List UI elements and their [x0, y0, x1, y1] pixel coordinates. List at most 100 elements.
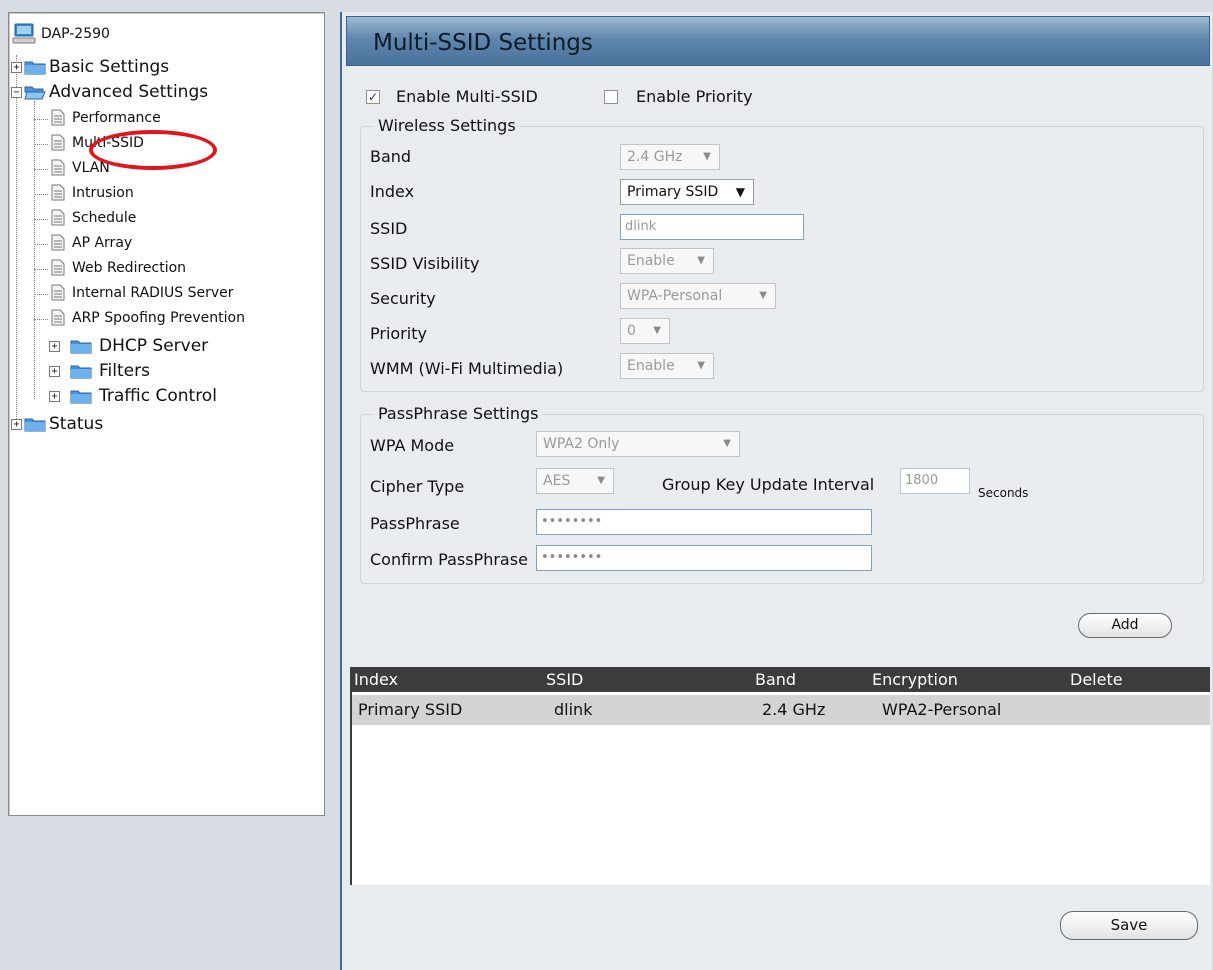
tree-line: [34, 119, 48, 120]
expand-icon[interactable]: +: [49, 365, 60, 377]
tree-line: [16, 55, 17, 427]
dropdown-arrow-icon: ▼: [759, 290, 767, 301]
expand-icon[interactable]: +: [11, 61, 22, 73]
tree-line: [34, 101, 35, 399]
index-label: Index: [370, 182, 415, 201]
ssid-visibility-select[interactable]: Enable ▼: [620, 248, 714, 274]
tree-item-ap-array[interactable]: AP Array: [51, 234, 132, 251]
tree-item-arp-spoofing-prevention[interactable]: ARP Spoofing Prevention: [51, 309, 245, 326]
column-header-index: Index: [354, 670, 399, 689]
ssid-input[interactable]: dlink: [620, 214, 804, 240]
page-icon: [51, 109, 65, 126]
ssid-visibility-label: SSID Visibility: [370, 254, 480, 273]
table-row[interactable]: Primary SSID dlink 2.4 GHz WPA2-Personal: [352, 695, 1210, 725]
page-header: Multi-SSID Settings: [346, 16, 1210, 66]
page-icon: [51, 259, 65, 276]
collapse-icon[interactable]: −: [11, 86, 22, 98]
tree-item-label: Status: [49, 414, 104, 434]
confirm-passphrase-label: Confirm PassPhrase: [370, 550, 528, 569]
expand-icon[interactable]: +: [11, 418, 22, 430]
folder-icon: [24, 61, 46, 75]
wmm-value: Enable: [627, 358, 675, 374]
wpa-mode-label: WPA Mode: [370, 436, 455, 455]
page-icon: [51, 284, 65, 301]
tree-item-label: Traffic Control: [99, 386, 217, 406]
cipher-type-select[interactable]: AES ▼: [536, 468, 614, 494]
band-select[interactable]: 2.4 GHz ▼: [620, 144, 720, 170]
confirm-passphrase-input[interactable]: ••••••••: [536, 545, 872, 571]
add-button[interactable]: Add: [1078, 613, 1172, 638]
save-button[interactable]: Save: [1060, 911, 1198, 940]
tree-item-label: Web Redirection: [72, 259, 187, 276]
band-label: Band: [370, 147, 412, 166]
tree-line: [34, 144, 48, 145]
tree-item-label: Advanced Settings: [49, 82, 209, 102]
tree-item-web-redirection[interactable]: Web Redirection: [51, 259, 186, 276]
enable-multi-ssid-checkbox[interactable]: ✓: [366, 90, 380, 104]
column-header-ssid: SSID: [546, 670, 584, 689]
tree-item-label: Performance: [72, 109, 161, 126]
tree-item-intrusion[interactable]: Intrusion: [51, 184, 134, 201]
tree-item-label: Intrusion: [72, 184, 134, 201]
tree-root[interactable]: DAP-2590: [11, 21, 110, 47]
dropdown-arrow-icon: ▼: [597, 475, 605, 486]
dropdown-arrow-icon: ▼: [653, 325, 661, 336]
row-encryption-cell: WPA2-Personal: [882, 700, 1002, 719]
ssid-value: dlink: [625, 219, 657, 234]
folder-icon: [70, 390, 92, 404]
page-title: Multi-SSID Settings: [373, 30, 593, 56]
passphrase-settings-legend: PassPhrase Settings: [374, 404, 543, 423]
tree-item-filters[interactable]: + Filters: [49, 361, 150, 381]
main-panel: Multi-SSID Settings ✓ Enable Multi-SSID …: [340, 12, 1212, 970]
expand-icon[interactable]: +: [49, 390, 60, 402]
tree-item-advanced-settings[interactable]: − Advanced Settings: [11, 82, 208, 102]
tree-item-schedule[interactable]: Schedule: [51, 209, 136, 226]
ssid-visibility-value: Enable: [627, 253, 675, 269]
tree-line: [34, 244, 48, 245]
wpa-mode-select[interactable]: WPA2 Only ▼: [536, 431, 740, 457]
tree-item-status[interactable]: + Status: [11, 414, 103, 434]
folder-icon: [70, 365, 92, 379]
tree-item-label: Schedule: [72, 209, 137, 226]
wmm-select[interactable]: Enable ▼: [620, 353, 714, 379]
security-select[interactable]: WPA-Personal ▼: [620, 283, 776, 309]
index-select[interactable]: Primary SSID ▼: [620, 179, 754, 205]
wireless-settings-group: [360, 126, 1204, 392]
security-label: Security: [370, 289, 436, 308]
tree-item-dhcp-server[interactable]: + DHCP Server: [49, 336, 208, 356]
expand-icon[interactable]: +: [49, 340, 60, 352]
column-header-delete: Delete: [1070, 670, 1123, 689]
page-icon: [51, 209, 65, 226]
index-value: Primary SSID: [627, 184, 719, 200]
table-header: Index SSID Band Encryption Delete: [350, 667, 1210, 692]
tree-line: [34, 219, 48, 220]
open-folder-icon: [24, 86, 46, 100]
ssid-table: Index SSID Band Encryption Delete Primar…: [350, 667, 1210, 885]
row-ssid-cell: dlink: [554, 700, 593, 719]
row-index-cell: Primary SSID: [358, 700, 463, 719]
dropdown-arrow-icon: ▼: [735, 185, 745, 199]
seconds-label: Seconds: [978, 486, 1029, 500]
group-key-interval-input[interactable]: 1800: [900, 468, 970, 494]
cipher-type-label: Cipher Type: [370, 477, 465, 496]
tree-item-traffic-control[interactable]: + Traffic Control: [49, 386, 217, 406]
tree-item-label: Basic Settings: [49, 57, 170, 77]
dropdown-arrow-icon: ▼: [697, 360, 705, 371]
wmm-label: WMM (Wi-Fi Multimedia): [370, 359, 564, 378]
enable-priority-checkbox[interactable]: [604, 90, 618, 104]
tree-line: [34, 269, 48, 270]
column-header-band: Band: [755, 670, 797, 689]
priority-select[interactable]: 0 ▼: [620, 318, 670, 344]
passphrase-input[interactable]: ••••••••: [536, 509, 872, 535]
tree-item-basic-settings[interactable]: + Basic Settings: [11, 57, 169, 77]
enable-priority-label: Enable Priority: [636, 87, 753, 106]
enable-multi-ssid-label: Enable Multi-SSID: [396, 87, 538, 106]
tree-root-label: DAP-2590: [41, 26, 110, 42]
tree-item-performance[interactable]: Performance: [51, 109, 161, 126]
confirm-passphrase-value: ••••••••: [541, 550, 603, 565]
tree-item-internal-radius-server[interactable]: Internal RADIUS Server: [51, 284, 234, 301]
page-icon: [51, 309, 65, 326]
tree-line: [34, 319, 48, 320]
cipher-type-value: AES: [543, 473, 571, 489]
table-body: Primary SSID dlink 2.4 GHz WPA2-Personal: [350, 692, 1210, 885]
